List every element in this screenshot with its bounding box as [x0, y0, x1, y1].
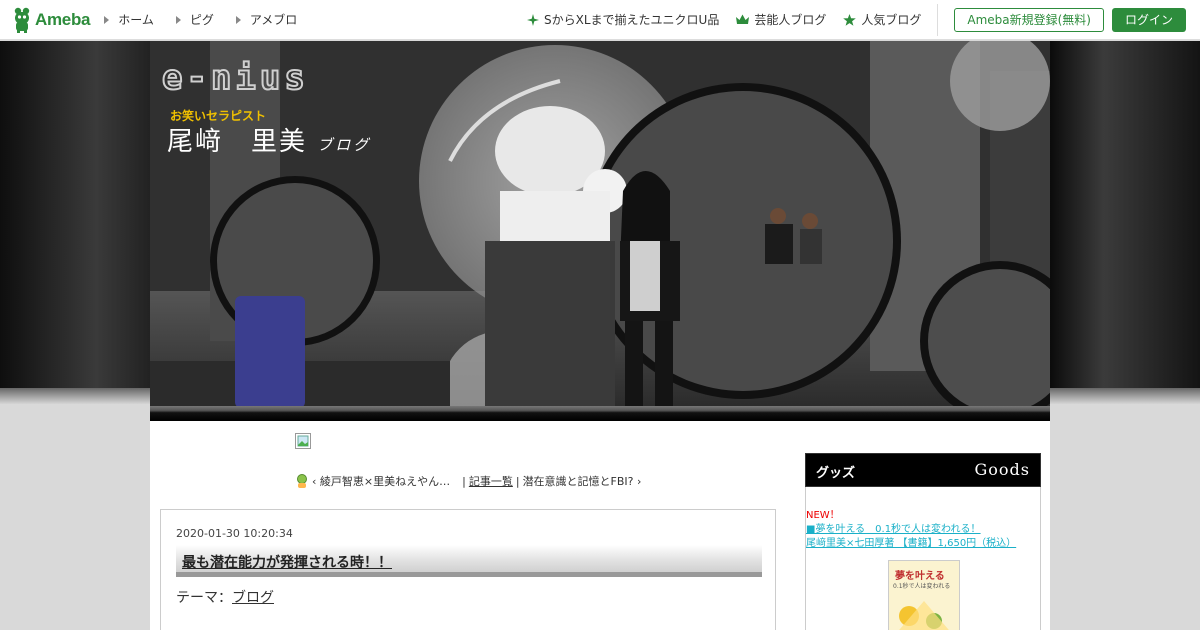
logo-text: Ameba	[35, 9, 91, 29]
goods-item-detail-link[interactable]: 尾﨑里美×七田厚著 【書籍】1,650円（税込）	[806, 534, 1016, 549]
popular-blog-link[interactable]: 人気ブログ	[843, 11, 921, 28]
register-button[interactable]: Ameba新規登録(無料)	[954, 7, 1104, 32]
goods-header: グッズ Goods	[805, 453, 1041, 487]
blog-title[interactable]: 尾﨑 里美 ブログ	[167, 121, 371, 158]
book-illustration	[899, 601, 949, 630]
pager-separator: |	[515, 474, 520, 488]
next-article-label: 潜在意識と記憶とFBI?	[522, 475, 634, 488]
book-cover-subtitle: 0.1秒で人は変われる	[893, 583, 951, 590]
crown-icon	[736, 14, 750, 24]
goods-content: NEW！ ■夢を叶える 0.1秒で人は変われる！ 尾﨑里美×七田厚著 【書籍】1…	[805, 487, 1041, 630]
ameba-logo[interactable]: Ameba	[12, 0, 90, 40]
prev-article-link[interactable]: ‹ 綾戸智恵×里美ねえやん…	[312, 473, 450, 489]
global-header: Ameba ホーム ピグ アメブロ SからXLまで揃えたユニクロU品 芸能人ブロ…	[0, 0, 1200, 40]
blog-header-image[interactable]: e-nius お笑いセラピスト 尾﨑 里美 ブログ	[150, 41, 1050, 408]
article-entry: 2020-01-30 10:20:34 最も潜在能力が発揮される時！！ テーマ：…	[160, 509, 776, 630]
enius-logo: e-nius	[161, 57, 309, 99]
login-button[interactable]: ログイン	[1111, 7, 1186, 32]
content-area: ‹ 綾戸智恵×里美ねえやん… | 記事一覧 | 潜在意識と記憶とFBI? › 2…	[150, 421, 1050, 630]
triangle-right-icon	[235, 15, 241, 24]
triangle-right-icon	[175, 15, 181, 24]
book-cover-image[interactable]: 夢を叶える 0.1秒で人は変われる	[888, 560, 960, 630]
ameba-mascot-icon	[14, 7, 30, 33]
blog-title-name: 尾﨑 里美	[167, 127, 308, 157]
right-nav: SからXLまで揃えたユニクロU品 芸能人ブログ 人気ブログ Ameba新規登録(…	[527, 0, 1200, 40]
star-icon	[843, 13, 857, 26]
nav-divider	[937, 3, 939, 36]
triangle-right-icon	[104, 15, 110, 24]
article-pager: ‹ 綾戸智恵×里美ねえやん… | 記事一覧 | 潜在意識と記憶とFBI? ›	[295, 473, 641, 489]
book-cover-title: 夢を叶える	[895, 571, 945, 582]
promo-link[interactable]: SからXLまで揃えたユニクロU品	[527, 11, 719, 28]
sidebar: グッズ Goods NEW！ ■夢を叶える 0.1秒で人は変われる！ 尾﨑里美×…	[805, 453, 1041, 630]
nav-ameblo-label: アメブロ	[249, 13, 298, 27]
broken-image-icon	[295, 433, 311, 449]
article-date: 2020-01-30 10:20:34	[176, 527, 293, 540]
next-article-link[interactable]: 潜在意識と記憶とFBI? ›	[523, 473, 642, 489]
goods-item-link[interactable]: ■夢を叶える 0.1秒で人は変われる！	[806, 520, 981, 535]
promo-link-label: SからXLまで揃えたユニクロU品	[544, 13, 720, 27]
nav-home-label: ホーム	[118, 13, 154, 27]
article-list-link[interactable]: 記事一覧	[469, 473, 513, 489]
goods-new-label: NEW！	[806, 510, 840, 521]
chevron-right-icon: ›	[633, 475, 642, 488]
pager-separator: |	[462, 474, 466, 488]
main-nav: ホーム ピグ アメブロ	[104, 11, 319, 28]
celebrity-blog-label: 芸能人ブログ	[754, 13, 827, 27]
sparkle-icon	[527, 13, 540, 26]
nav-pigg-label: ピグ	[189, 13, 214, 27]
nav-pigg[interactable]: ピグ	[175, 11, 214, 28]
article-title-link[interactable]: 最も潜在能力が発揮される時！！	[182, 552, 392, 572]
celebrity-blog-link[interactable]: 芸能人ブログ	[736, 11, 826, 28]
prev-article-label: 綾戸智恵×里美ねえやん…	[319, 475, 451, 488]
theme-link[interactable]: ブログ	[232, 590, 274, 606]
nav-home[interactable]: ホーム	[104, 11, 154, 28]
goods-title-en: Goods	[974, 460, 1030, 479]
header-stripe	[150, 406, 1050, 421]
chevron-left-icon: ‹	[312, 475, 320, 488]
article-title-bar: 最も潜在能力が発揮される時！！	[176, 545, 762, 577]
character-icon	[297, 474, 307, 488]
article-theme: テーマ：ブログ	[176, 587, 274, 607]
popular-blog-label: 人気ブログ	[861, 13, 922, 27]
theme-label: テーマ：	[176, 590, 232, 606]
blog-title-suffix: ブログ	[317, 136, 372, 154]
nav-ameblo[interactable]: アメブロ	[235, 11, 298, 28]
goods-title-jp: グッズ	[816, 466, 856, 481]
